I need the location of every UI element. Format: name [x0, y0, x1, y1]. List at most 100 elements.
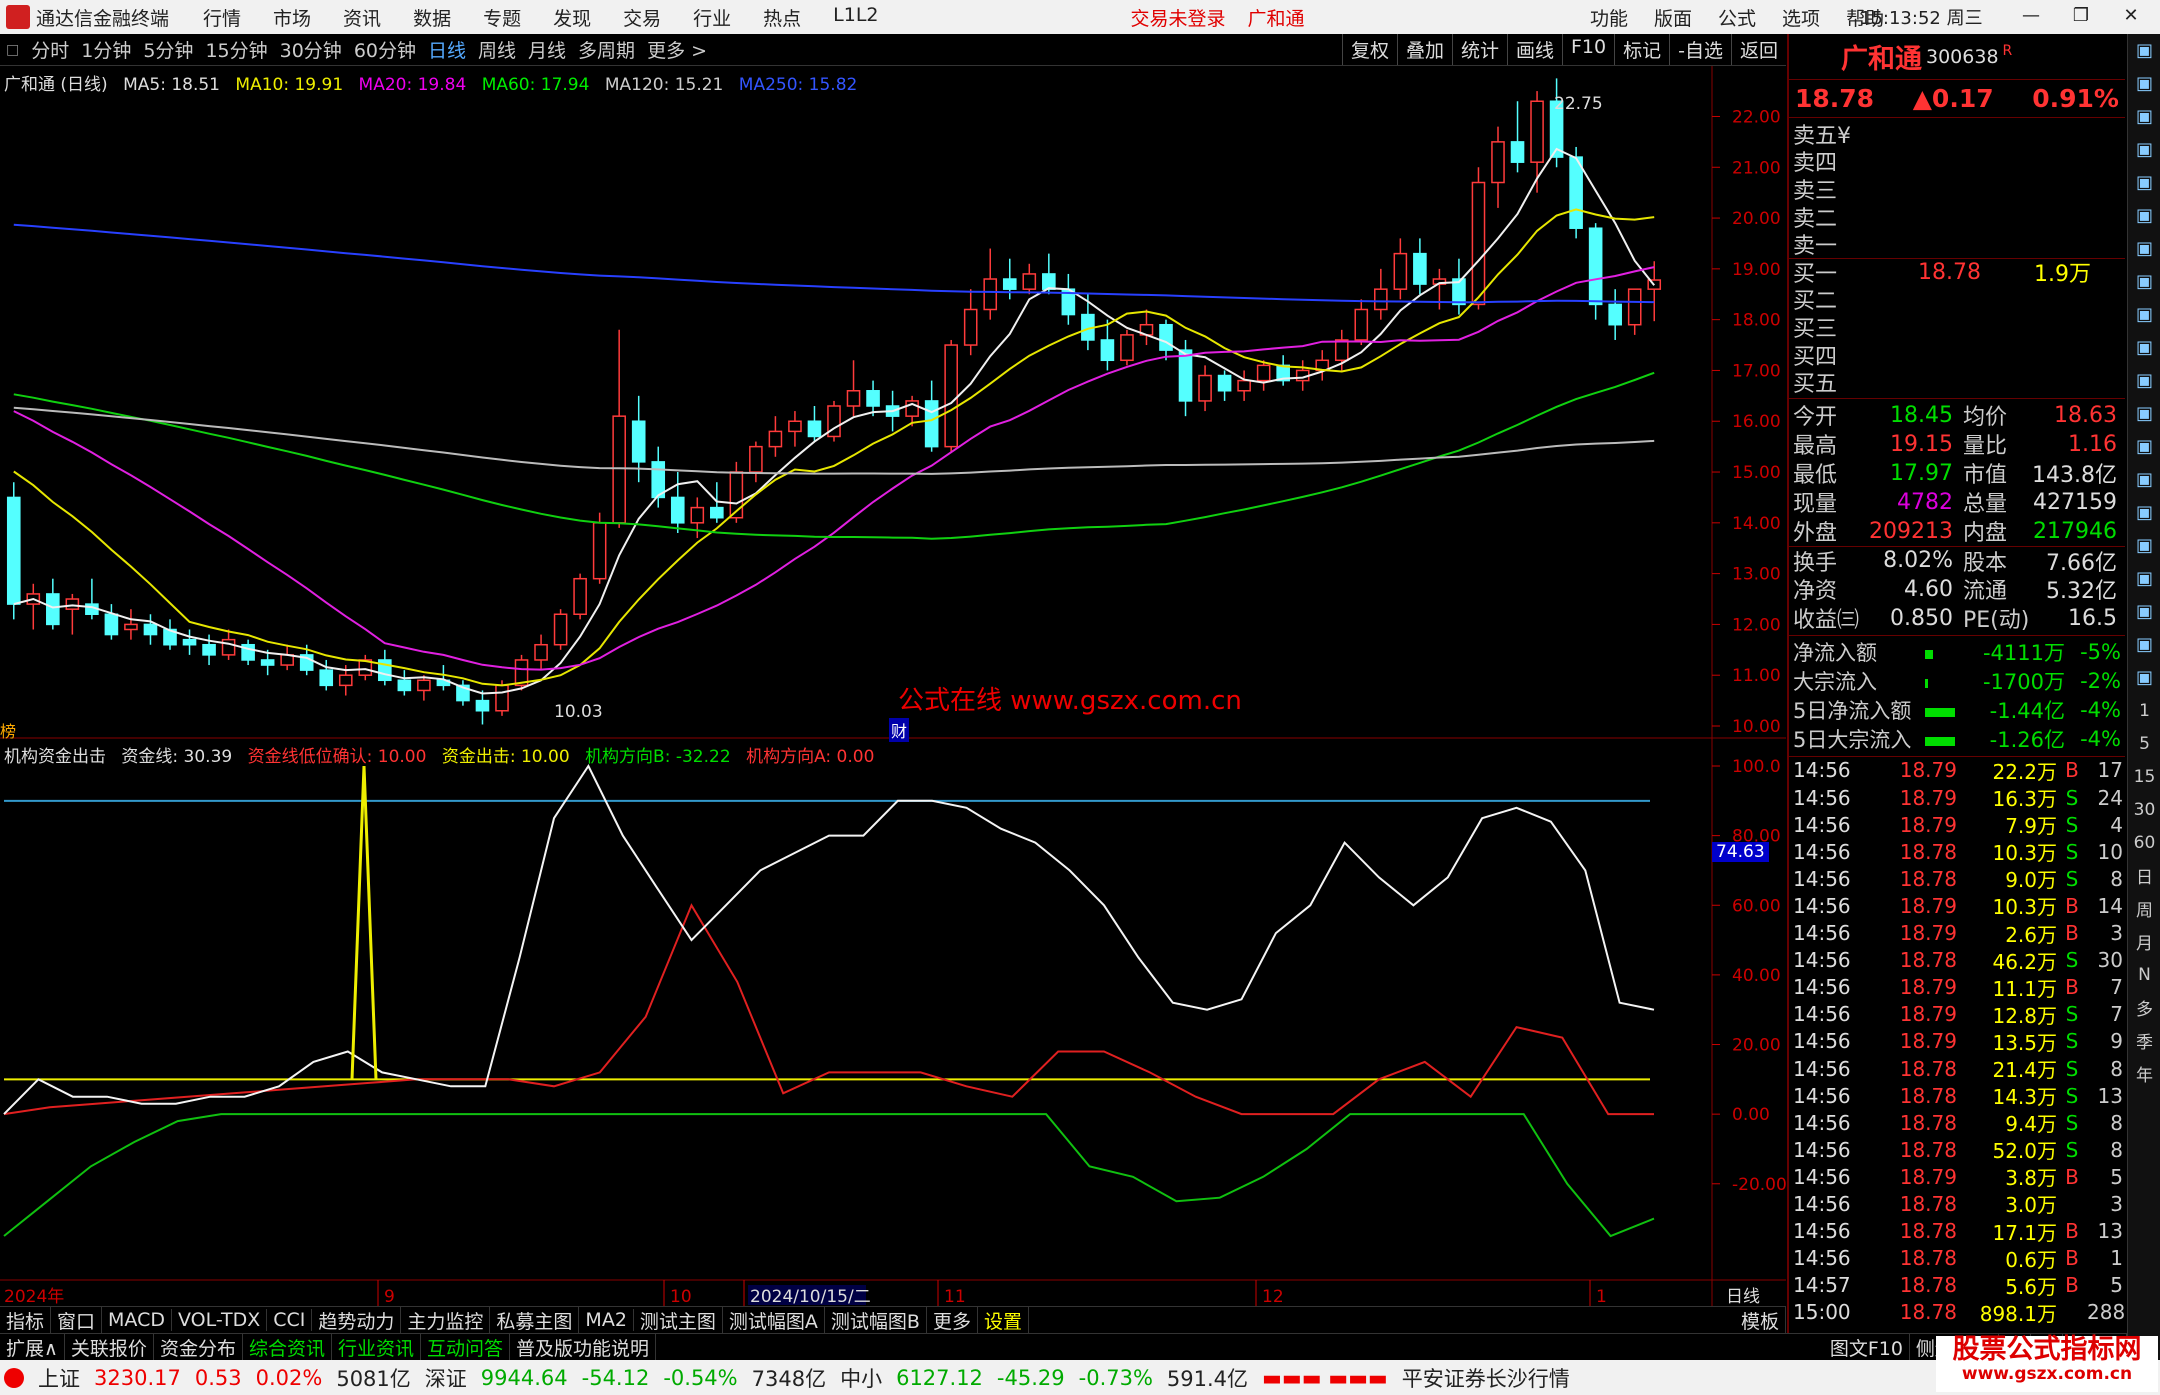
sidebar-period[interactable]: 日 [2128, 859, 2160, 892]
orderbook-row[interactable]: 买二 [1789, 286, 2125, 314]
rank-marker[interactable]: 榜 [0, 718, 16, 742]
clock-icon[interactable]: ▣ [2128, 463, 2160, 496]
sidebar-minute[interactable]: 15 [2128, 760, 2160, 793]
tab-period[interactable]: 1分钟 [75, 36, 137, 63]
menu-item[interactable]: 市场 [273, 4, 311, 31]
tool-button[interactable]: 叠加 [1396, 34, 1452, 65]
tab-period[interactable]: 分时 [25, 36, 75, 63]
menu-item[interactable]: 版面 [1654, 4, 1692, 31]
stat-icon[interactable]: ▣ [2128, 430, 2160, 463]
chart-svg[interactable]: 22.00 21.00 20.00 19.00 18.00 17.00 16.00 15.00… [0, 66, 1787, 1307]
f10-icon[interactable]: ▣ [2128, 298, 2160, 331]
sidebar-period[interactable]: N [2128, 958, 2160, 991]
tab-period[interactable]: 5分钟 [137, 36, 199, 63]
sidebar-period[interactable]: 月 [2128, 925, 2160, 958]
minimize-icon[interactable]: — [2018, 5, 2044, 29]
tool-button[interactable]: F10 [1562, 34, 1614, 65]
tab-period[interactable]: 60分钟 [348, 36, 422, 63]
login-status[interactable]: 交易未登录 [1131, 4, 1226, 31]
sidebar-minute[interactable]: 5 [2128, 727, 2160, 760]
extension-tab[interactable]: 图文F10 [1824, 1333, 1910, 1361]
grid-icon[interactable]: ▣ [2128, 661, 2160, 694]
indicator-tab[interactable]: 设置 [978, 1306, 1029, 1334]
rsi-icon[interactable]: ▣ [2128, 529, 2160, 562]
chart-icon[interactable]: ▣ [2128, 133, 2160, 166]
indicator-tab[interactable]: 更多 [927, 1306, 978, 1334]
menu-item[interactable]: 热点 [763, 4, 801, 31]
sidebar-period[interactable]: 多 [2128, 991, 2160, 1024]
menu-item[interactable]: 公式 [1718, 4, 1756, 31]
trend-icon[interactable]: ▣ [2128, 199, 2160, 232]
indicator-tab[interactable]: 测试幅图B [825, 1306, 927, 1334]
tab-period-selected[interactable]: 日线 [422, 36, 472, 63]
orderbook-row[interactable]: 买五 [1789, 368, 2125, 397]
extension-tab[interactable]: 资金分布 [154, 1333, 243, 1361]
list-icon[interactable]: ▣ [2128, 265, 2160, 298]
indicator-tab[interactable]: 测试幅图A [723, 1306, 825, 1334]
extension-tab[interactable]: 互动问答 [421, 1333, 510, 1361]
tool-button[interactable]: 返回 [1730, 34, 1786, 65]
tool-button[interactable]: 统计 [1451, 34, 1507, 65]
candle-icon[interactable]: ▣ [2128, 232, 2160, 265]
brush-icon[interactable]: ▣ [2128, 595, 2160, 628]
doc-icon[interactable]: ▣ [2128, 364, 2160, 397]
sidebar-period[interactable]: 季 [2128, 1024, 2160, 1057]
grid-icon[interactable]: ▣ [2128, 166, 2160, 199]
sidebar-minute[interactable]: 60 [2128, 826, 2160, 859]
orderbook-row[interactable]: 买一 18.78 1.9万 [1789, 257, 2125, 287]
menu-item[interactable]: 功能 [1590, 4, 1628, 31]
cross-icon[interactable]: ▣ [2128, 562, 2160, 595]
tab-period[interactable]: 月线 [522, 36, 572, 63]
menu-item[interactable]: L1L2 [833, 4, 878, 31]
tool-button[interactable]: -自选 [1669, 34, 1731, 65]
indicator-tab[interactable]: 趋势动力 [312, 1306, 402, 1334]
arrow-up-icon[interactable]: ▣ [2128, 34, 2160, 67]
menu-item[interactable]: 选项 [1782, 4, 1820, 31]
orderbook-row[interactable]: 卖四 [1789, 148, 2125, 176]
tick-list[interactable]: 14:56 18.79 22.2万 B 17 14:56 18.79 16.3万 S 24 14:5… [1789, 757, 2125, 1326]
indicator-tab[interactable]: MACD [102, 1309, 172, 1331]
indicator-tab[interactable]: 主力监控 [401, 1306, 491, 1334]
home-icon[interactable]: ▣ [2128, 100, 2160, 133]
orderbook-row[interactable]: 买三 [1789, 313, 2125, 342]
tab-period[interactable]: 更多 > [641, 36, 713, 63]
close-icon[interactable]: ✕ [2118, 5, 2144, 29]
menu-item[interactable]: 资讯 [343, 4, 381, 31]
indicator-tab[interactable]: MA2 [579, 1309, 634, 1331]
menu-item[interactable]: 行业 [693, 4, 731, 31]
extension-tab[interactable]: 关联报价 [65, 1333, 154, 1361]
sidebar-period[interactable]: 年 [2128, 1057, 2160, 1090]
finance-marker[interactable]: 财 [889, 718, 910, 742]
indicator-tab[interactable]: 模板 [1735, 1306, 1786, 1334]
orderbook-row[interactable]: 卖二 [1789, 203, 2125, 232]
menu-item[interactable]: 专题 [483, 4, 521, 31]
extension-tab[interactable]: 综合资讯 [243, 1333, 332, 1361]
indicator-tab[interactable]: 指标 [0, 1306, 52, 1334]
sum-icon[interactable]: ▣ [2128, 496, 2160, 529]
sidebar-minute[interactable]: 1 [2128, 694, 2160, 727]
restore-icon[interactable]: ❐ [2068, 5, 2094, 29]
menu-item[interactable]: 发现 [553, 4, 591, 31]
orderbook-row[interactable]: 卖三 [1789, 175, 2125, 204]
arrow-down-icon[interactable]: ▣ [2128, 67, 2160, 100]
menu-item[interactable]: 数据 [413, 4, 451, 31]
indicator-tab[interactable]: 私募主图 [490, 1306, 580, 1334]
tool-button[interactable]: 复权 [1341, 34, 1397, 65]
sidebar-period[interactable]: 周 [2128, 892, 2160, 925]
tool-button[interactable]: 标记 [1614, 34, 1669, 65]
tool-button[interactable]: 画线 [1506, 34, 1562, 65]
connection-icon[interactable] [4, 1367, 24, 1388]
square-icon[interactable]: □ [0, 42, 25, 58]
extension-tab[interactable]: 普及版功能说明 [510, 1333, 657, 1361]
tab-period[interactable]: 30分钟 [274, 36, 348, 63]
stock-tag[interactable]: 广和通 [1248, 4, 1305, 31]
tab-period[interactable]: 15分钟 [199, 36, 273, 63]
indicator-tab[interactable]: 窗口 [51, 1306, 103, 1334]
orderbook-row[interactable]: 买四 [1789, 341, 2125, 370]
chart-area[interactable]: 22.00 21.00 20.00 19.00 18.00 17.00 16.00 15.00… [0, 66, 1787, 1307]
f5-icon[interactable]: ▣ [2128, 628, 2160, 661]
extension-tab[interactable]: 扩展∧ [0, 1333, 65, 1361]
tab-period[interactable]: 多周期 [572, 36, 641, 63]
f2-icon[interactable]: ▣ [2128, 397, 2160, 430]
indicator-tab[interactable]: 测试主图 [634, 1306, 723, 1334]
